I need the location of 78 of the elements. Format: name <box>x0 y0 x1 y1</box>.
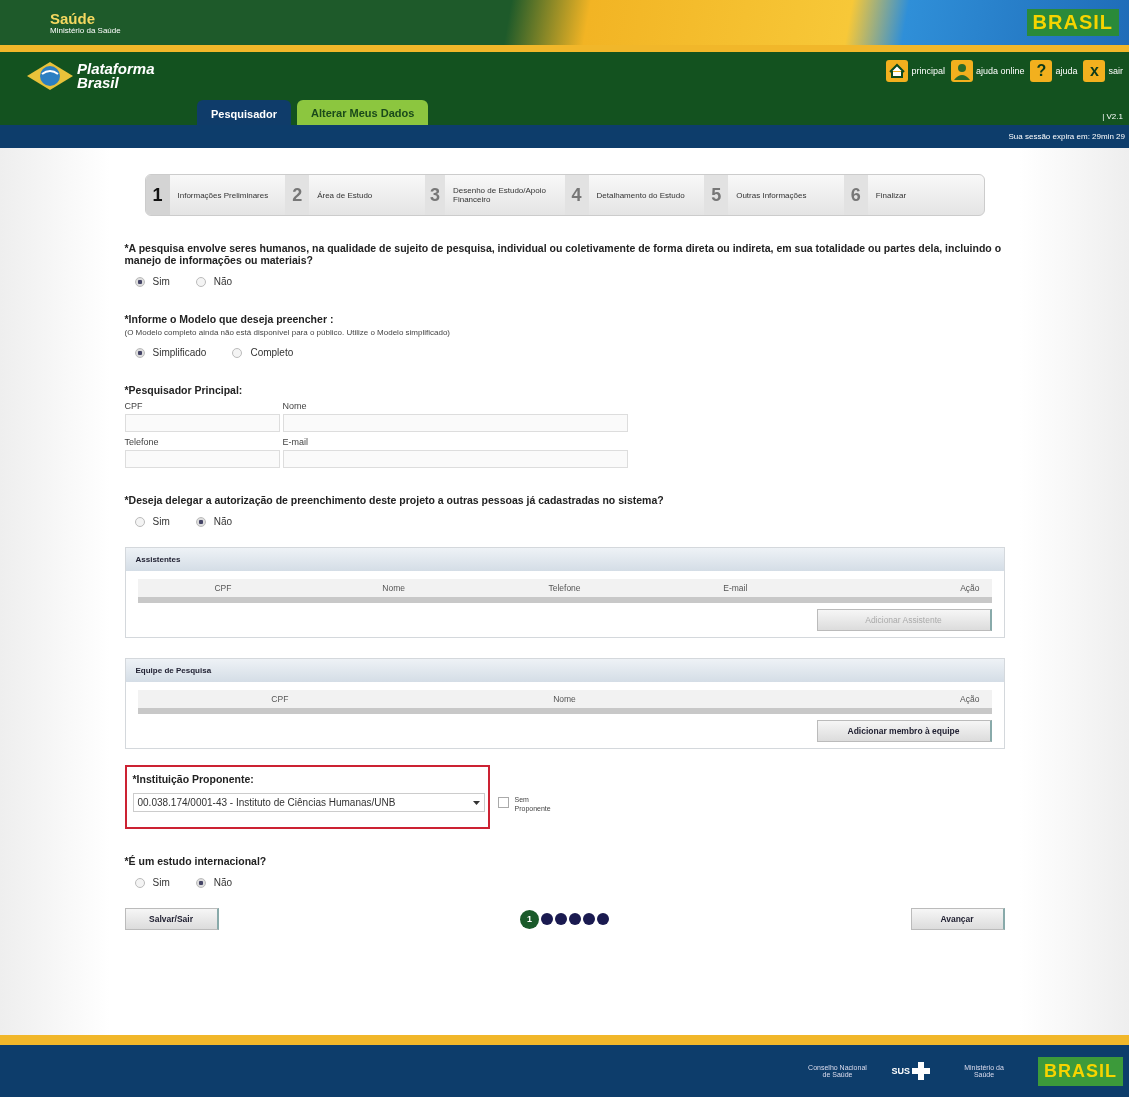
radio-label[interactable]: Não <box>213 276 233 287</box>
column-header: Telefone <box>547 583 582 593</box>
field-label: CPF <box>124 401 144 411</box>
input-field[interactable] <box>282 414 628 432</box>
page-dot[interactable] <box>597 913 609 925</box>
panel-title: Assistentes <box>125 548 1004 571</box>
step-item[interactable]: 3 Desenho de Estudo/Apoio Financeiro <box>424 175 565 215</box>
question-label: *Deseja delegar a autorização de preenchimento deste projeto a outras pessoas já cadastradas no sistema? <box>124 494 665 506</box>
save-exit-button[interactable]: Salvar/Sair <box>124 908 219 930</box>
step-item[interactable]: 1 Informações Preliminares <box>145 175 286 215</box>
page-dot[interactable]: 1 <box>520 909 539 929</box>
radio-button[interactable] <box>134 516 145 527</box>
input-field[interactable] <box>282 450 628 468</box>
sus-logo: SUS <box>891 1066 910 1076</box>
checkbox[interactable] <box>497 797 509 808</box>
radio-button[interactable] <box>195 877 206 888</box>
header-link[interactable]: ajuda <box>1055 66 1078 76</box>
user-icon[interactable] <box>950 60 973 82</box>
header-link[interactable]: ajuda online <box>975 66 1025 76</box>
version-label: | V2.1 <box>1102 112 1123 121</box>
step-item[interactable]: 4 Detalhamento do Estudo <box>564 175 705 215</box>
step-item[interactable]: 2 Área de Estudo <box>285 175 425 215</box>
close-icon[interactable]: x <box>1083 60 1106 82</box>
session-timer: Sua sessão expira em: 29min 29 <box>1008 132 1125 141</box>
input-field[interactable] <box>124 450 280 468</box>
field-label: Nome <box>282 401 308 411</box>
column-header: Ação <box>959 583 981 593</box>
question-label: *Informe o Modelo que deseja preencher : <box>124 313 335 325</box>
page-dot[interactable] <box>583 913 595 925</box>
radio-button[interactable] <box>134 347 145 358</box>
question-label: *É um estudo internacional? <box>124 855 268 867</box>
radio-label[interactable]: Completo <box>250 347 294 358</box>
cross-icon <box>912 1062 930 1080</box>
home-icon[interactable] <box>886 60 909 82</box>
column-header: Nome <box>381 583 407 593</box>
brand-name: Plataforma Brasil <box>77 62 155 90</box>
radio-label[interactable]: Simplificado <box>152 347 207 358</box>
page-dot[interactable] <box>541 913 553 925</box>
radio-label[interactable]: Não <box>213 516 233 527</box>
field-label: E-mail <box>282 437 309 447</box>
question-label: *Instituição Proponente: <box>132 773 255 785</box>
column-header: E-mail <box>722 583 749 593</box>
input-field[interactable] <box>124 414 280 432</box>
page-dot[interactable] <box>569 913 581 925</box>
question-note: (O Modelo completo ainda não está disponível para o público. Utilize o Modelo simplificado) <box>124 328 451 337</box>
panel-title: Equipe de Pesquisa <box>125 659 1004 682</box>
question-label: *A pesquisa envolve seres humanos, na qualidade de sujeito de pesquisa, individual ou coletivamente de forma direta ou indireta, em sua totalidade ou partes dela, incluindo o manejo de informações ou materiais? <box>124 242 1003 266</box>
help-icon[interactable]: ? <box>1030 60 1053 82</box>
add-button[interactable]: Adicionar membro à equipe <box>816 720 992 742</box>
ministry-name: Ministério da Saúde <box>50 25 121 35</box>
question-label: *Pesquisador Principal: <box>124 384 244 396</box>
radio-button[interactable] <box>195 516 206 527</box>
country-logo: BRASIL <box>1026 9 1119 36</box>
country-logo: BRASIL <box>1038 1056 1123 1086</box>
radio-label[interactable]: Sim <box>152 276 170 287</box>
column-header: CPF <box>213 583 233 593</box>
header-link[interactable]: sair <box>1108 66 1123 76</box>
nav-tab[interactable]: Alterar Meus Dados <box>297 100 429 125</box>
next-button[interactable]: Avançar <box>910 908 1005 930</box>
column-header: CPF <box>270 694 290 704</box>
nav-tab[interactable]: Pesquisador <box>197 100 292 125</box>
radio-label[interactable]: Sim <box>152 516 170 527</box>
column-header: Nome <box>552 694 577 704</box>
radio-button[interactable] <box>134 877 145 888</box>
step-item[interactable]: 5 Outras Informações <box>704 175 844 215</box>
radio-label[interactable]: Não <box>213 877 233 888</box>
radio-button[interactable] <box>134 276 145 287</box>
agency-name: Saúde <box>50 10 96 26</box>
column-header: Ação <box>959 694 981 704</box>
institution-dropdown[interactable]: 00.038.174/0001-43 - Instituto de Ciências Humanas/UNB <box>132 793 485 812</box>
step-item[interactable]: 6 Finalizar <box>843 175 984 215</box>
caret-icon <box>472 800 480 805</box>
radio-button[interactable] <box>232 347 243 358</box>
page-dot[interactable] <box>555 913 567 925</box>
header-link[interactable]: principal <box>911 66 945 76</box>
radio-button[interactable] <box>195 276 206 287</box>
field-label: Telefone <box>124 437 160 447</box>
radio-label[interactable]: Sim <box>152 877 170 888</box>
